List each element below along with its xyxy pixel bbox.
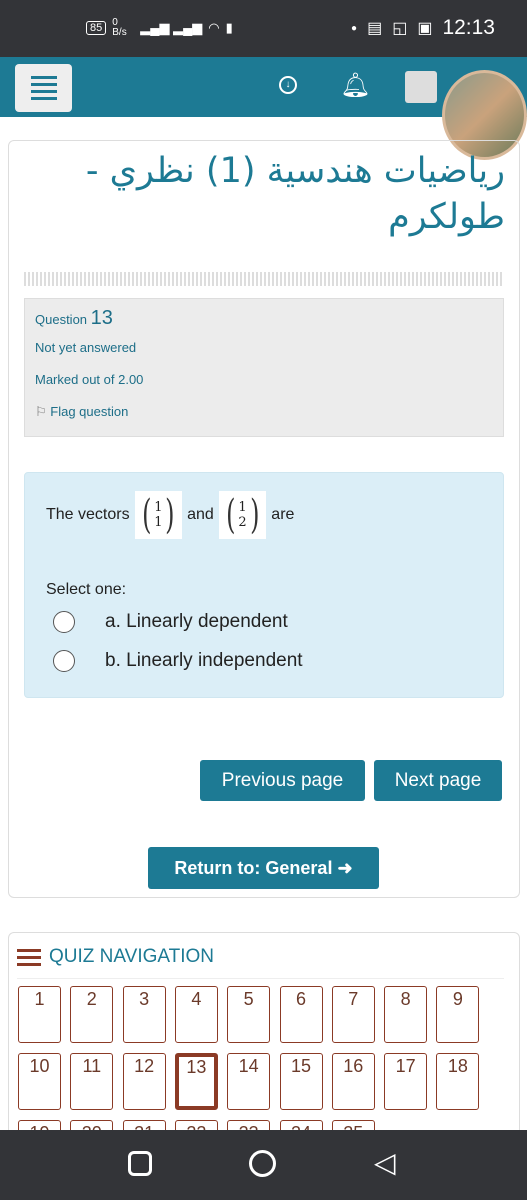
option-a-label: a. Linearly dependent (105, 611, 288, 632)
quiz-nav-button-12[interactable]: 12 (122, 1053, 166, 1110)
return-label: Return to: General (174, 857, 333, 878)
menu-button[interactable] (15, 64, 72, 112)
sign-in-icon: ➜ (337, 857, 353, 878)
previous-page-button[interactable]: Previous page (200, 760, 365, 801)
flag-icon: ⚐ (35, 404, 47, 419)
quiz-nav-button-5[interactable]: 5 (227, 986, 271, 1043)
quiz-nav-button-1[interactable]: 1 (18, 986, 61, 1043)
signal-icon: ▂▄▆ ▂▄▆ (140, 20, 203, 35)
question-number: 13 (90, 307, 113, 329)
quiz-nav-button-3[interactable]: 3 (122, 986, 166, 1043)
next-page-button[interactable]: Next page (374, 760, 502, 801)
quiz-nav-button-16[interactable]: 16 (331, 1053, 375, 1110)
vibrate-icon: ▮ (225, 20, 233, 35)
quiz-nav-button-11[interactable]: 11 (70, 1053, 114, 1110)
bell-icon[interactable]: 🔔︎ (340, 71, 370, 100)
user-avatar[interactable] (405, 71, 437, 103)
cast-icon: ◱ (392, 20, 408, 37)
divider (24, 272, 504, 286)
quiz-nav-button-4[interactable]: 4 (174, 986, 218, 1043)
question-and: and (187, 506, 214, 523)
back-button[interactable]: ◁ (374, 1146, 396, 1179)
vector-2: (1 2) (218, 491, 267, 539)
menu-icon (17, 948, 41, 966)
question-marks: Marked out of 2.00 (35, 372, 144, 387)
quiz-nav-button-2[interactable]: 2 (70, 986, 114, 1043)
question-state: Not yet answered (35, 340, 137, 355)
question-box: The vectors (1 1) and (1 2) are Select one… (24, 472, 504, 698)
return-button[interactable]: Return to: General ➜ (148, 847, 379, 889)
download-icon[interactable]: ↓ (279, 76, 297, 94)
flag-question-link[interactable]: ⚐ Flag question (35, 404, 493, 420)
question-suffix: are (271, 506, 295, 523)
quiz-nav-button-9[interactable]: 9 (436, 986, 480, 1043)
quiz-nav-button-18[interactable]: 18 (436, 1053, 480, 1110)
quiz-nav-button-7[interactable]: 7 (331, 986, 375, 1043)
dot-icon: ● (351, 22, 358, 34)
page-title: رياضيات هندسية (1) نظري - طولكرم (85, 151, 505, 237)
option-b[interactable]: b. Linearly independent (53, 650, 303, 672)
quiz-nav-title: QUIZ NAVIGATION (49, 946, 215, 967)
status-bar: 85 0 B/s ▂▄▆ ▂▄▆ ◠ ▮ ● ▤ ◱ ▣ 12:13 (0, 0, 527, 57)
news-icon: ▤ (367, 20, 383, 37)
question-label: Question (35, 312, 88, 327)
system-nav-bar: ◁ (0, 1130, 527, 1200)
battery-indicator: 85 (86, 21, 107, 35)
quiz-nav-button-17[interactable]: 17 (384, 1053, 428, 1110)
net-speed: 0 B/s (112, 17, 127, 38)
option-a[interactable]: a. Linearly dependent (53, 611, 288, 633)
question-prefix: The vectors (46, 506, 130, 523)
vector-1-entry: 1 (154, 515, 163, 530)
radio-a[interactable] (53, 611, 75, 633)
quiz-nav-button-10[interactable]: 10 (18, 1053, 61, 1110)
quiz-nav-button-8[interactable]: 8 (384, 986, 428, 1043)
flag-label: Flag question (50, 404, 129, 419)
game-icon: ▣ (417, 20, 433, 37)
quiz-nav-button-13[interactable]: 13 (174, 1053, 218, 1110)
recents-button[interactable] (128, 1151, 152, 1176)
quiz-nav-button-15[interactable]: 15 (279, 1053, 323, 1110)
vector-2-entry: 2 (238, 515, 247, 530)
option-b-label: b. Linearly independent (105, 650, 303, 671)
clock: 12:13 (442, 16, 495, 39)
question-info: Question 13 Not yet answered Marked out … (24, 298, 504, 437)
wifi-icon: ◠ (208, 20, 220, 35)
divider (17, 978, 504, 979)
select-one-label: Select one: (46, 581, 127, 598)
vector-2-entry: 1 (238, 500, 247, 515)
quiz-nav-button-14[interactable]: 14 (227, 1053, 271, 1110)
home-button[interactable] (249, 1150, 276, 1177)
vector-1-entry: 1 (154, 500, 163, 515)
radio-b[interactable] (53, 650, 75, 672)
quiz-nav-button-6[interactable]: 6 (279, 986, 323, 1043)
vector-1: (1 1) (134, 491, 183, 539)
